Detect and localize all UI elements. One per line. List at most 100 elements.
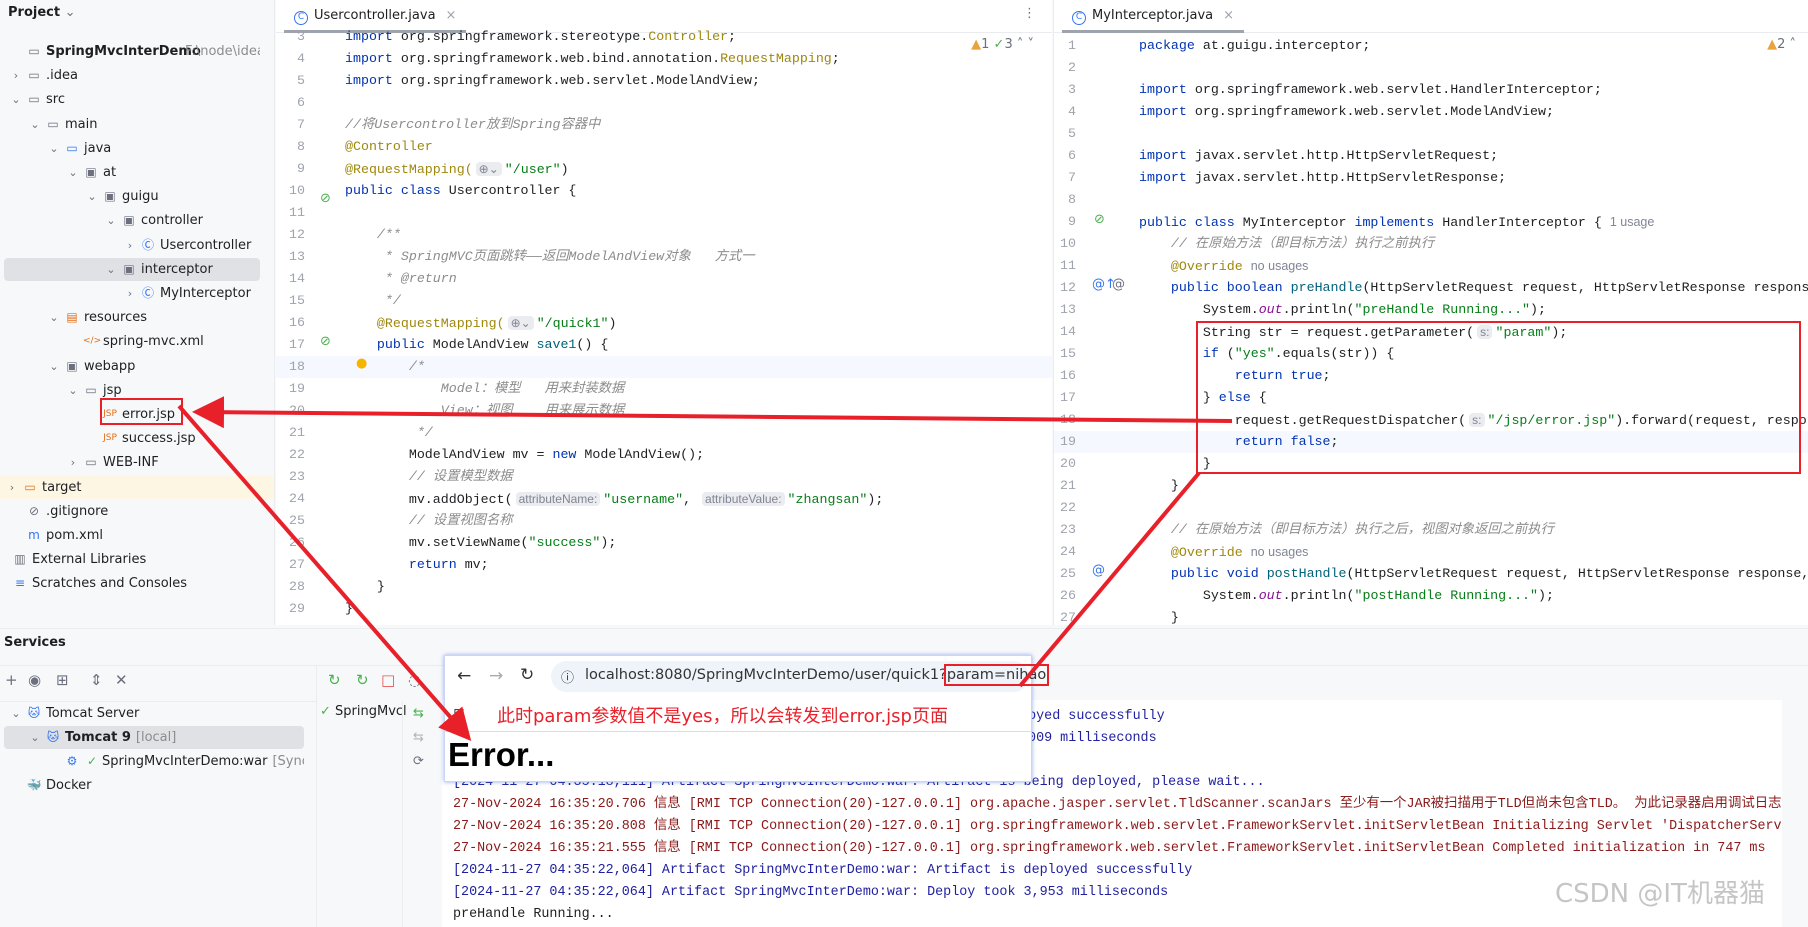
tree-item[interactable]: › Ⓒ Usercontroller <box>4 234 260 257</box>
code-line[interactable]: 13 * SpringMVC页面跳转——返回ModelAndView对象 方式一 <box>276 246 1052 268</box>
refresh-icon[interactable]: ⟳ <box>413 754 424 769</box>
tree-item[interactable]: ⌄ ▣ webapp <box>4 355 260 378</box>
code-line[interactable]: 26 mv.setViewName("success"); <box>276 532 1052 554</box>
spring-endpoint-icon[interactable]: ⊘ <box>320 334 331 349</box>
code-line[interactable]: 21 } <box>1054 475 1808 497</box>
code-line[interactable]: 10 public class Usercontroller { <box>276 180 1052 202</box>
code-line[interactable]: 9 public class MyInterceptor implements H… <box>1054 211 1808 233</box>
code-line[interactable]: 4 import org.springframework.web.servlet.… <box>1054 101 1808 123</box>
code-line[interactable]: 23 // 设置模型数据 <box>276 466 1052 488</box>
forward-icon[interactable]: → <box>489 666 503 686</box>
address-bar[interactable]: ⓘ localhost:8080/SpringMvcInterDemo/user… <box>551 661 1050 692</box>
code-line[interactable]: 22 <box>1054 497 1808 519</box>
code-line[interactable]: 5 import org.springframework.web.servlet.… <box>276 70 1052 92</box>
code-line[interactable]: 4 import org.springframework.web.bind.ann… <box>276 48 1052 70</box>
code-line[interactable]: 14 * @return <box>276 268 1052 290</box>
tree-item[interactable]: ⌄ ▣ guigu <box>4 185 260 208</box>
chevron-icon[interactable]: ⌄ <box>67 161 79 184</box>
code-line[interactable]: 7 //将Usercontroller放到Spring容器中 <box>276 114 1052 136</box>
expand-all-icon[interactable]: ⇕ <box>90 671 103 689</box>
code-line[interactable]: 22 ModelAndView mv = new ModelAndView(); <box>276 444 1052 466</box>
code-line[interactable]: 18 /* <box>276 356 1052 378</box>
code-line[interactable]: 24 mv.addObject(attributeName: "username"… <box>276 488 1052 510</box>
code-line[interactable]: 17 public ModelAndView save1() { <box>276 334 1052 356</box>
code-line[interactable]: 25 // 设置视图名称 <box>276 510 1052 532</box>
eye-icon[interactable]: ◉ <box>28 671 41 689</box>
code-line[interactable]: 2 <box>1054 57 1808 79</box>
new-tab-icon[interactable]: ⊞ <box>56 671 69 689</box>
tree-item[interactable]: ⌄ ▣ interceptor <box>4 257 260 281</box>
chevron-icon[interactable]: › <box>124 234 136 257</box>
spring-bean-icon[interactable]: ⊘ <box>320 191 331 206</box>
tree-item[interactable]: ▥ External Libraries <box>4 548 260 571</box>
editor-myinterceptor[interactable]: C MyInterceptor.java × ▲2 ˄ 1 package at.gu… <box>1053 0 1808 625</box>
tree-item[interactable]: ⌄ ▭ src <box>4 88 260 111</box>
tree-item[interactable]: ⌄ ▣ at <box>4 161 260 184</box>
chevron-icon[interactable]: ⌄ <box>29 113 41 136</box>
code-line[interactable]: 21 */ <box>276 422 1052 444</box>
tree-item[interactable]: ⌄ ▭ java <box>4 137 260 160</box>
code-line[interactable]: 10 // 在原始方法（即目标方法）执行之前执行 <box>1054 233 1808 255</box>
code-line[interactable]: 25 public void postHandle(HttpServletReq… <box>1054 563 1808 585</box>
rerun-debug-icon[interactable]: ↻ <box>356 671 369 689</box>
deploy-icon[interactable]: ⇆ <box>413 706 424 721</box>
tree-item[interactable]: › Ⓒ MyInterceptor <box>4 282 260 305</box>
code-line[interactable]: 12 /** <box>276 224 1052 246</box>
code-line[interactable]: 19 return false; <box>1054 431 1808 453</box>
chevron-icon[interactable]: ⌄ <box>10 702 22 725</box>
deployment-item[interactable]: ✓ SpringMvcl <box>320 704 407 719</box>
tree-item[interactable]: ⌄ ▭ jsp <box>4 379 260 402</box>
project-panel-title[interactable]: Project ⌄ <box>8 5 76 20</box>
code-line[interactable]: 11 @Override no usages <box>1054 255 1808 277</box>
more-options-icon[interactable]: ⋮ <box>1023 6 1036 21</box>
chevron-icon[interactable]: ⌄ <box>48 355 60 378</box>
code-line[interactable]: 8 @Controller <box>276 136 1052 158</box>
code-line[interactable]: 20 View：视图 用来展示数据 <box>276 400 1052 422</box>
code-line[interactable]: 5 <box>1054 123 1808 145</box>
service-item[interactable]: ⌄ 🐱 Tomcat 9 [local] <box>4 726 304 749</box>
chevron-icon[interactable]: ⌄ <box>10 88 22 111</box>
code-line[interactable]: 8 <box>1054 189 1808 211</box>
code-line[interactable]: 12 public boolean preHandle(HttpServletR… <box>1054 277 1808 299</box>
code-line[interactable]: 17 } else { <box>1054 387 1808 409</box>
editor-usercontroller[interactable]: C Usercontroller.java × ⋮ ▲1 ✓3 ˄ ˅ 3 impor… <box>276 0 1052 625</box>
chevron-icon[interactable]: ⌄ <box>105 258 117 281</box>
chevron-icon[interactable]: ⌄ <box>105 209 117 232</box>
tree-item[interactable]: ≡ Scratches and Consoles <box>4 572 260 595</box>
undeploy-icon[interactable]: ⇆ <box>413 730 424 745</box>
chevron-icon[interactable]: › <box>10 64 22 87</box>
code-line[interactable]: 28 } <box>276 576 1052 598</box>
service-item[interactable]: 🐳 Docker <box>4 774 304 797</box>
tree-item[interactable]: ⌄ ▣ controller <box>4 209 260 232</box>
collapse-all-icon[interactable]: ✕ <box>115 671 128 689</box>
code-line[interactable]: 26 System.out.println("postHandle Runnin… <box>1054 585 1808 607</box>
service-item[interactable]: ⌄ 🐱 Tomcat Server <box>4 702 304 725</box>
annotation-icon[interactable]: @ <box>1112 277 1125 292</box>
implements-method-icon[interactable]: @ <box>1092 563 1105 578</box>
more-icon[interactable]: ◌ <box>408 671 421 689</box>
lightbulb-icon[interactable]: ● <box>356 356 367 371</box>
code-line[interactable]: 7 import javax.servlet.http.HttpServletRe… <box>1054 167 1808 189</box>
chevron-icon[interactable]: ⌄ <box>67 379 79 402</box>
tree-item[interactable]: JSP error.jsp <box>4 403 260 426</box>
code-line[interactable]: 14 String str = request.getParameter(s: "… <box>1054 321 1808 343</box>
chevron-icon[interactable]: ⌄ <box>48 306 60 329</box>
back-icon[interactable]: ← <box>457 666 471 686</box>
chevron-icon[interactable]: › <box>124 282 136 305</box>
code-line[interactable]: 6 <box>276 92 1052 114</box>
tree-item[interactable]: ⌄ ▤ resources <box>4 306 260 329</box>
tree-item[interactable]: › ▭ WEB-INF <box>4 451 260 474</box>
chevron-icon[interactable]: › <box>6 476 18 499</box>
code-line[interactable]: 24 @Override no usages <box>1054 541 1808 563</box>
tree-item[interactable]: › ▭ target <box>0 475 274 499</box>
code-line[interactable]: 19 Model：模型 用来封装数据 <box>276 378 1052 400</box>
stop-icon[interactable]: □ <box>381 671 395 689</box>
tree-item[interactable]: ⊘ .gitignore <box>4 500 260 523</box>
code-line[interactable]: 13 System.out.println("preHandle Running… <box>1054 299 1808 321</box>
code-line[interactable]: 9 @RequestMapping(⊕⌄ "/user") <box>276 158 1052 180</box>
close-icon[interactable]: × <box>1223 8 1234 23</box>
add-service-icon[interactable]: + <box>5 671 18 689</box>
tree-item[interactable]: </> spring-mvc.xml <box>4 330 260 353</box>
code-line[interactable]: 1 package at.guigu.interceptor; <box>1054 35 1808 57</box>
chevron-icon[interactable]: › <box>67 451 79 474</box>
